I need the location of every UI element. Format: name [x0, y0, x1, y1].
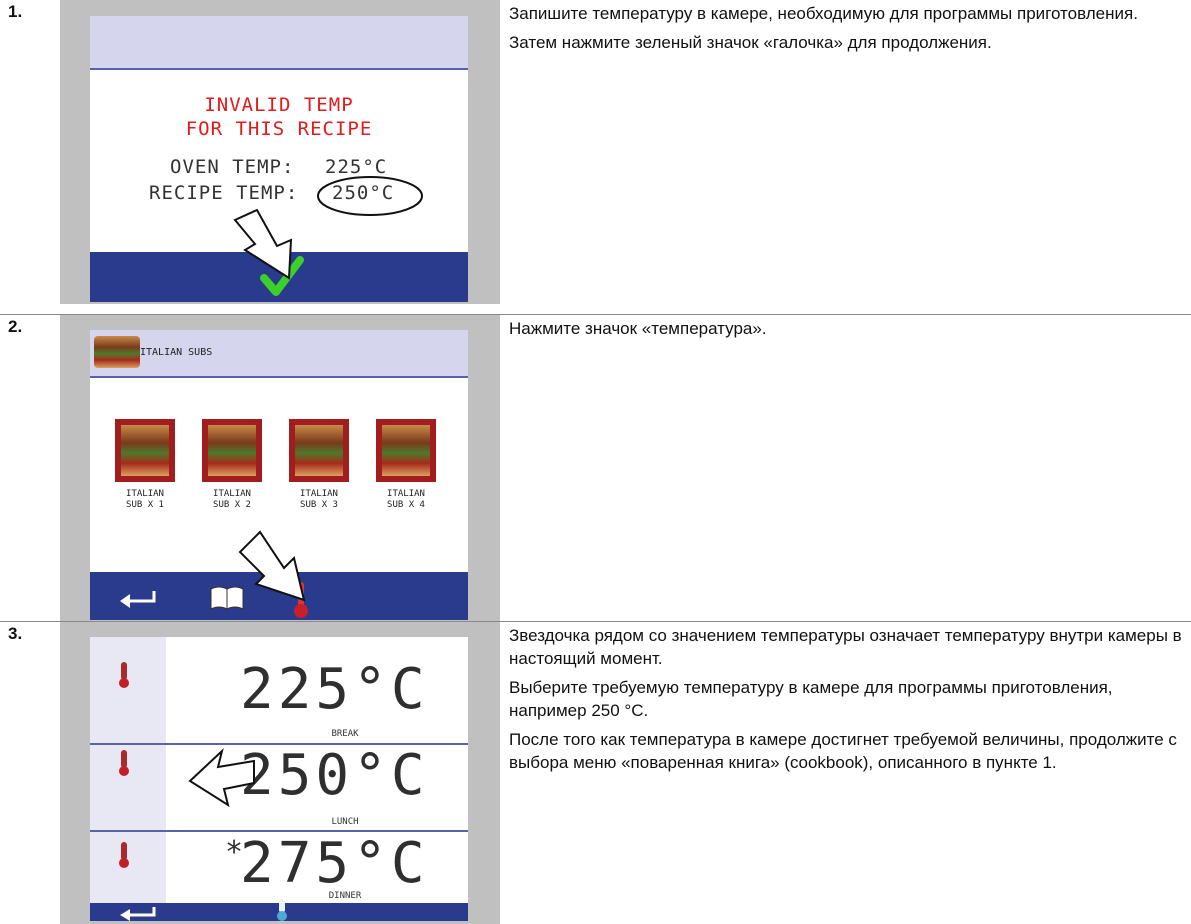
description-line: Запишите температуру в камере, необходим…	[509, 4, 1138, 23]
temp-option-label: BREAK	[331, 729, 359, 739]
thermometer-icon	[119, 842, 129, 868]
step-description: Звездочка рядом со значением температуры…	[509, 624, 1184, 780]
pointer-arrow-icon	[233, 208, 293, 280]
description-line: Нажмите значок «температура».	[509, 319, 767, 338]
step-1-row: 1. INVALID TEMP FOR THIS RECIPE OVEN TEM…	[0, 0, 1191, 314]
temp-option-value[interactable]: 250°C	[240, 743, 450, 808]
back-arrow-icon[interactable]	[118, 586, 158, 608]
divider	[90, 376, 468, 378]
recipe-temp-label: RECIPE TEMP:	[149, 182, 299, 204]
temp-option-label: LUNCH	[331, 817, 359, 827]
recipe-tile[interactable]	[115, 419, 175, 482]
tile-label: ITALIAN SUB X 2	[213, 489, 251, 510]
warning-line-2: FOR THIS RECIPE	[185, 118, 373, 140]
thermometer-icon	[119, 750, 129, 776]
step-description: Нажмите значок «температура».	[509, 317, 1184, 346]
sandwich-thumbnail	[94, 336, 140, 368]
screen-header	[90, 16, 468, 68]
temp-option-value[interactable]: 225°C	[240, 657, 450, 722]
step-number: 1.	[8, 2, 23, 21]
screen-frame: INVALID TEMP FOR THIS RECIPE OVEN TEMP: …	[60, 0, 500, 304]
temp-option-value[interactable]: 275°C	[240, 831, 450, 896]
description-line: Звездочка рядом со значением температуры…	[509, 626, 1182, 668]
divider	[90, 68, 468, 70]
description-line: Затем нажмите зеленый значок «галочка» д…	[509, 33, 992, 52]
recipe-tile[interactable]	[289, 419, 349, 482]
thermometer-icon[interactable]	[274, 899, 290, 921]
step-3-row: 3. 225°C BREAK 250°C LUNCH * 275°C DINNE…	[0, 622, 1191, 924]
tile-label: ITALIAN SUB X 4	[387, 489, 425, 510]
thermometer-icon	[119, 662, 129, 688]
pointer-arrow-icon	[188, 747, 255, 808]
tile-label: ITALIAN SUB X 3	[300, 489, 338, 510]
oven-temp-label: OVEN TEMP:	[170, 156, 295, 178]
invalid-temp-screen: INVALID TEMP FOR THIS RECIPE OVEN TEMP: …	[90, 16, 468, 302]
screen-frame: ITALIAN SUBS ITALIAN SUB X 1 ITALIAN SUB X…	[60, 315, 500, 621]
recipe-tile[interactable]	[376, 419, 436, 482]
recipe-tile[interactable]	[202, 419, 262, 482]
recipe-list-screen: ITALIAN SUBS ITALIAN SUB X 1 ITALIAN SUB X…	[90, 330, 468, 620]
back-arrow-icon[interactable]	[118, 905, 158, 921]
header-title: ITALIAN SUBS	[140, 347, 213, 358]
step-2-row: 2. ITALIAN SUBS ITALIAN SUB X 1 ITALIAN SU…	[0, 315, 1191, 621]
step-number: 3.	[8, 624, 23, 643]
highlight-ellipse	[317, 176, 423, 216]
description-line: После того как температура в камере дост…	[509, 730, 1177, 772]
tile-label: ITALIAN SUB X 1	[126, 489, 164, 510]
step-number: 2.	[8, 317, 23, 336]
temperature-select-screen: 225°C BREAK 250°C LUNCH * 275°C DINNER	[90, 637, 468, 921]
warning-line-1: INVALID TEMP	[204, 94, 354, 116]
description-line: Выберите требуемую температуру в камере …	[509, 678, 1113, 720]
step-description: Запишите температуру в камере, необходим…	[509, 2, 1184, 60]
pointer-arrow-icon	[238, 530, 306, 602]
screen-frame: 225°C BREAK 250°C LUNCH * 275°C DINNER	[60, 622, 500, 924]
temp-option-label: DINNER	[328, 891, 362, 901]
